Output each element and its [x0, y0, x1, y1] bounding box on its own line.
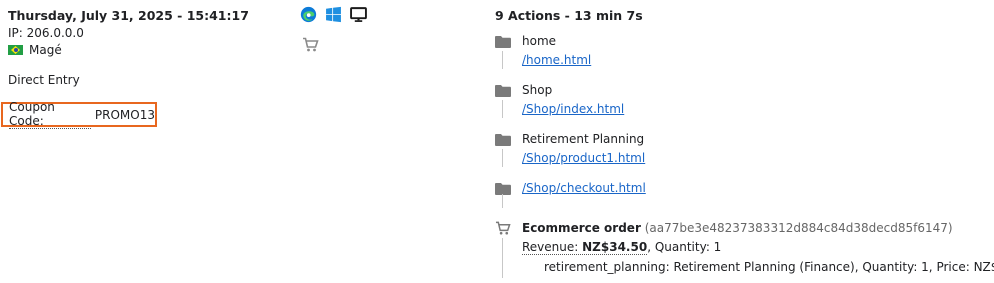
visitor-ip: IP: 206.0.0.0	[8, 26, 84, 40]
visitor-device-icons	[300, 6, 367, 23]
visitor-city: Magé	[29, 43, 62, 57]
coupon-code-label: Coupon Code:	[9, 100, 92, 129]
revenue-value: NZ$34.50	[582, 240, 648, 254]
coupon-code-box: Coupon Code: PROMO13	[1, 100, 157, 129]
desktop-icon[interactable]	[350, 6, 367, 23]
ecommerce-order-title: Ecommerce order	[522, 221, 641, 235]
revenue-label: Revenue: NZ$34.50	[522, 240, 648, 255]
action-title-shop: Shop	[522, 83, 553, 97]
actions-summary: 9 Actions - 13 min 7s	[495, 8, 643, 23]
order-item-line: retirement_planning: Retirement Planning…	[544, 260, 994, 274]
ecommerce-order-heading: Ecommerce order (aa77be3e48237383312d884…	[522, 221, 953, 235]
folder-icon	[495, 85, 511, 97]
windows-icon[interactable]	[325, 6, 342, 23]
action-title-retirement-planning: Retirement Planning	[522, 132, 645, 146]
folder-icon	[495, 134, 511, 146]
referrer-type: Direct Entry	[8, 73, 80, 87]
coupon-code-value: PROMO13	[94, 107, 155, 122]
cart-icon	[303, 37, 319, 52]
action-url-checkout[interactable]: /Shop/checkout.html	[522, 181, 646, 195]
action-url-home[interactable]: /home.html	[522, 53, 591, 67]
order-revenue-line: Revenue: NZ$34.50, Quantity: 1	[522, 240, 722, 255]
order-quantity: , Quantity: 1	[647, 240, 722, 254]
visitor-location: Magé	[8, 43, 62, 57]
ecommerce-order-id: (aa77be3e48237383312d884c84d38decd85f614…	[644, 221, 953, 235]
brazil-flag-icon	[8, 45, 23, 55]
visit-datetime: Thursday, July 31, 2025 - 15:41:17	[8, 8, 249, 23]
edge-icon[interactable]	[300, 6, 317, 23]
folder-icon	[495, 36, 511, 48]
action-url-product1[interactable]: /Shop/product1.html	[522, 151, 645, 165]
folder-icon	[495, 183, 511, 195]
action-title-home: home	[522, 34, 557, 48]
cart-icon	[495, 221, 511, 235]
action-url-shop[interactable]: /Shop/index.html	[522, 102, 624, 116]
